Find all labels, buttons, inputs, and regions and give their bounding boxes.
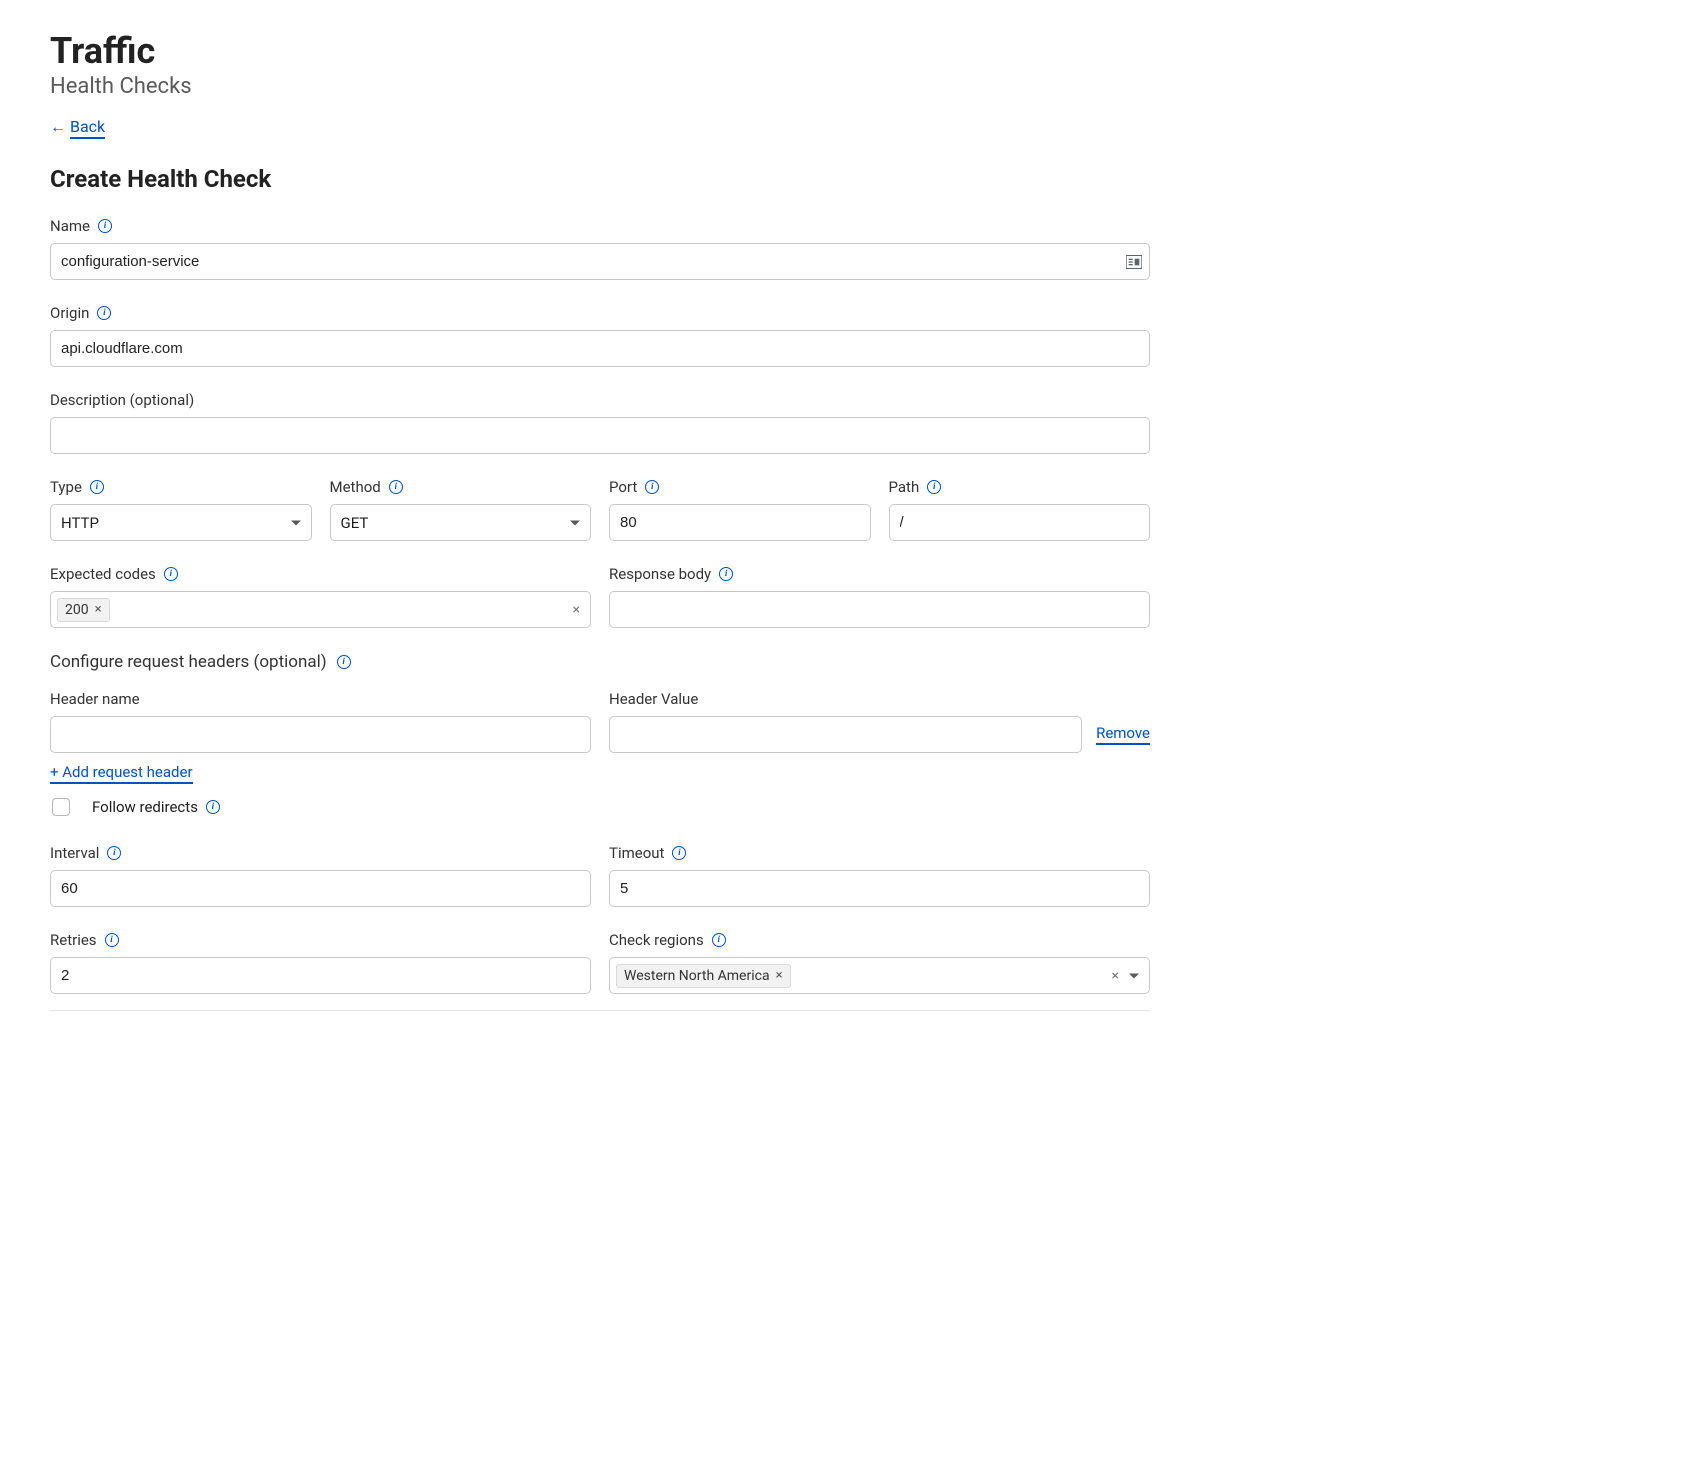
info-icon[interactable]: [107, 846, 121, 860]
info-icon[interactable]: [164, 567, 178, 581]
arrow-left-icon: ←: [50, 117, 66, 137]
info-icon[interactable]: [927, 480, 941, 494]
expected-codes-label: Expected codes: [50, 565, 156, 583]
method-label: Method: [330, 478, 381, 496]
response-body-label: Response body: [609, 565, 711, 583]
description-input[interactable]: [50, 417, 1150, 454]
retries-input[interactable]: [50, 957, 591, 994]
info-icon[interactable]: [719, 567, 733, 581]
port-label: Port: [609, 478, 637, 496]
page-subtitle: Health Checks: [50, 74, 1150, 99]
check-regions-select[interactable]: Western North America × ×: [609, 957, 1150, 994]
response-body-input[interactable]: [609, 591, 1150, 628]
header-name-label: Header name: [50, 690, 140, 708]
method-select[interactable]: GET: [330, 504, 592, 541]
page-title: Traffic: [50, 30, 1150, 72]
method-value: GET: [341, 514, 369, 532]
configure-headers-label: Configure request headers (optional): [50, 652, 327, 672]
header-value-label: Header Value: [609, 690, 698, 708]
chevron-down-icon: [291, 520, 301, 525]
path-input[interactable]: [889, 504, 1151, 541]
info-icon[interactable]: [206, 800, 220, 814]
info-icon[interactable]: [337, 655, 351, 669]
tag-label: 200: [65, 602, 89, 618]
name-input[interactable]: [50, 243, 1150, 280]
back-link[interactable]: ← Back: [50, 117, 105, 139]
clear-all-icon[interactable]: ×: [573, 602, 580, 618]
retries-label: Retries: [50, 931, 97, 949]
form-heading: Create Health Check: [50, 165, 1150, 193]
origin-label: Origin: [50, 304, 89, 322]
interval-input[interactable]: [50, 870, 591, 907]
divider: [50, 1010, 1150, 1011]
info-icon[interactable]: [672, 846, 686, 860]
close-icon[interactable]: ×: [95, 602, 102, 617]
back-link-label: Back: [70, 117, 105, 139]
header-name-input[interactable]: [50, 716, 591, 753]
origin-input[interactable]: [50, 330, 1150, 367]
info-icon[interactable]: [645, 480, 659, 494]
name-label: Name: [50, 217, 90, 235]
expected-code-tag[interactable]: 200 ×: [57, 598, 110, 622]
info-icon[interactable]: [97, 306, 111, 320]
type-label: Type: [50, 478, 82, 496]
header-value-input[interactable]: [609, 716, 1082, 753]
port-input[interactable]: [609, 504, 871, 541]
type-value: HTTP: [61, 514, 99, 532]
timeout-label: Timeout: [609, 844, 664, 862]
expected-codes-input[interactable]: 200 × ×: [50, 591, 591, 628]
timeout-input[interactable]: [609, 870, 1150, 907]
info-icon[interactable]: [90, 480, 104, 494]
info-icon[interactable]: [712, 933, 726, 947]
remove-header-link[interactable]: Remove: [1096, 724, 1150, 745]
info-icon[interactable]: [389, 480, 403, 494]
follow-redirects-checkbox[interactable]: [52, 798, 70, 816]
autofill-icon: [1126, 255, 1142, 269]
clear-all-icon[interactable]: ×: [1112, 968, 1119, 984]
chevron-down-icon: [570, 520, 580, 525]
type-select[interactable]: HTTP: [50, 504, 312, 541]
check-regions-label: Check regions: [609, 931, 704, 949]
info-icon[interactable]: [105, 933, 119, 947]
follow-redirects-label: Follow redirects: [92, 798, 198, 816]
tag-label: Western North America: [624, 968, 770, 984]
region-tag[interactable]: Western North America ×: [616, 964, 791, 988]
path-label: Path: [889, 478, 920, 496]
info-icon[interactable]: [98, 219, 112, 233]
interval-label: Interval: [50, 844, 99, 862]
close-icon[interactable]: ×: [776, 968, 783, 983]
chevron-down-icon: [1129, 973, 1139, 978]
description-label: Description (optional): [50, 391, 194, 409]
add-header-link[interactable]: + Add request header: [50, 763, 193, 784]
